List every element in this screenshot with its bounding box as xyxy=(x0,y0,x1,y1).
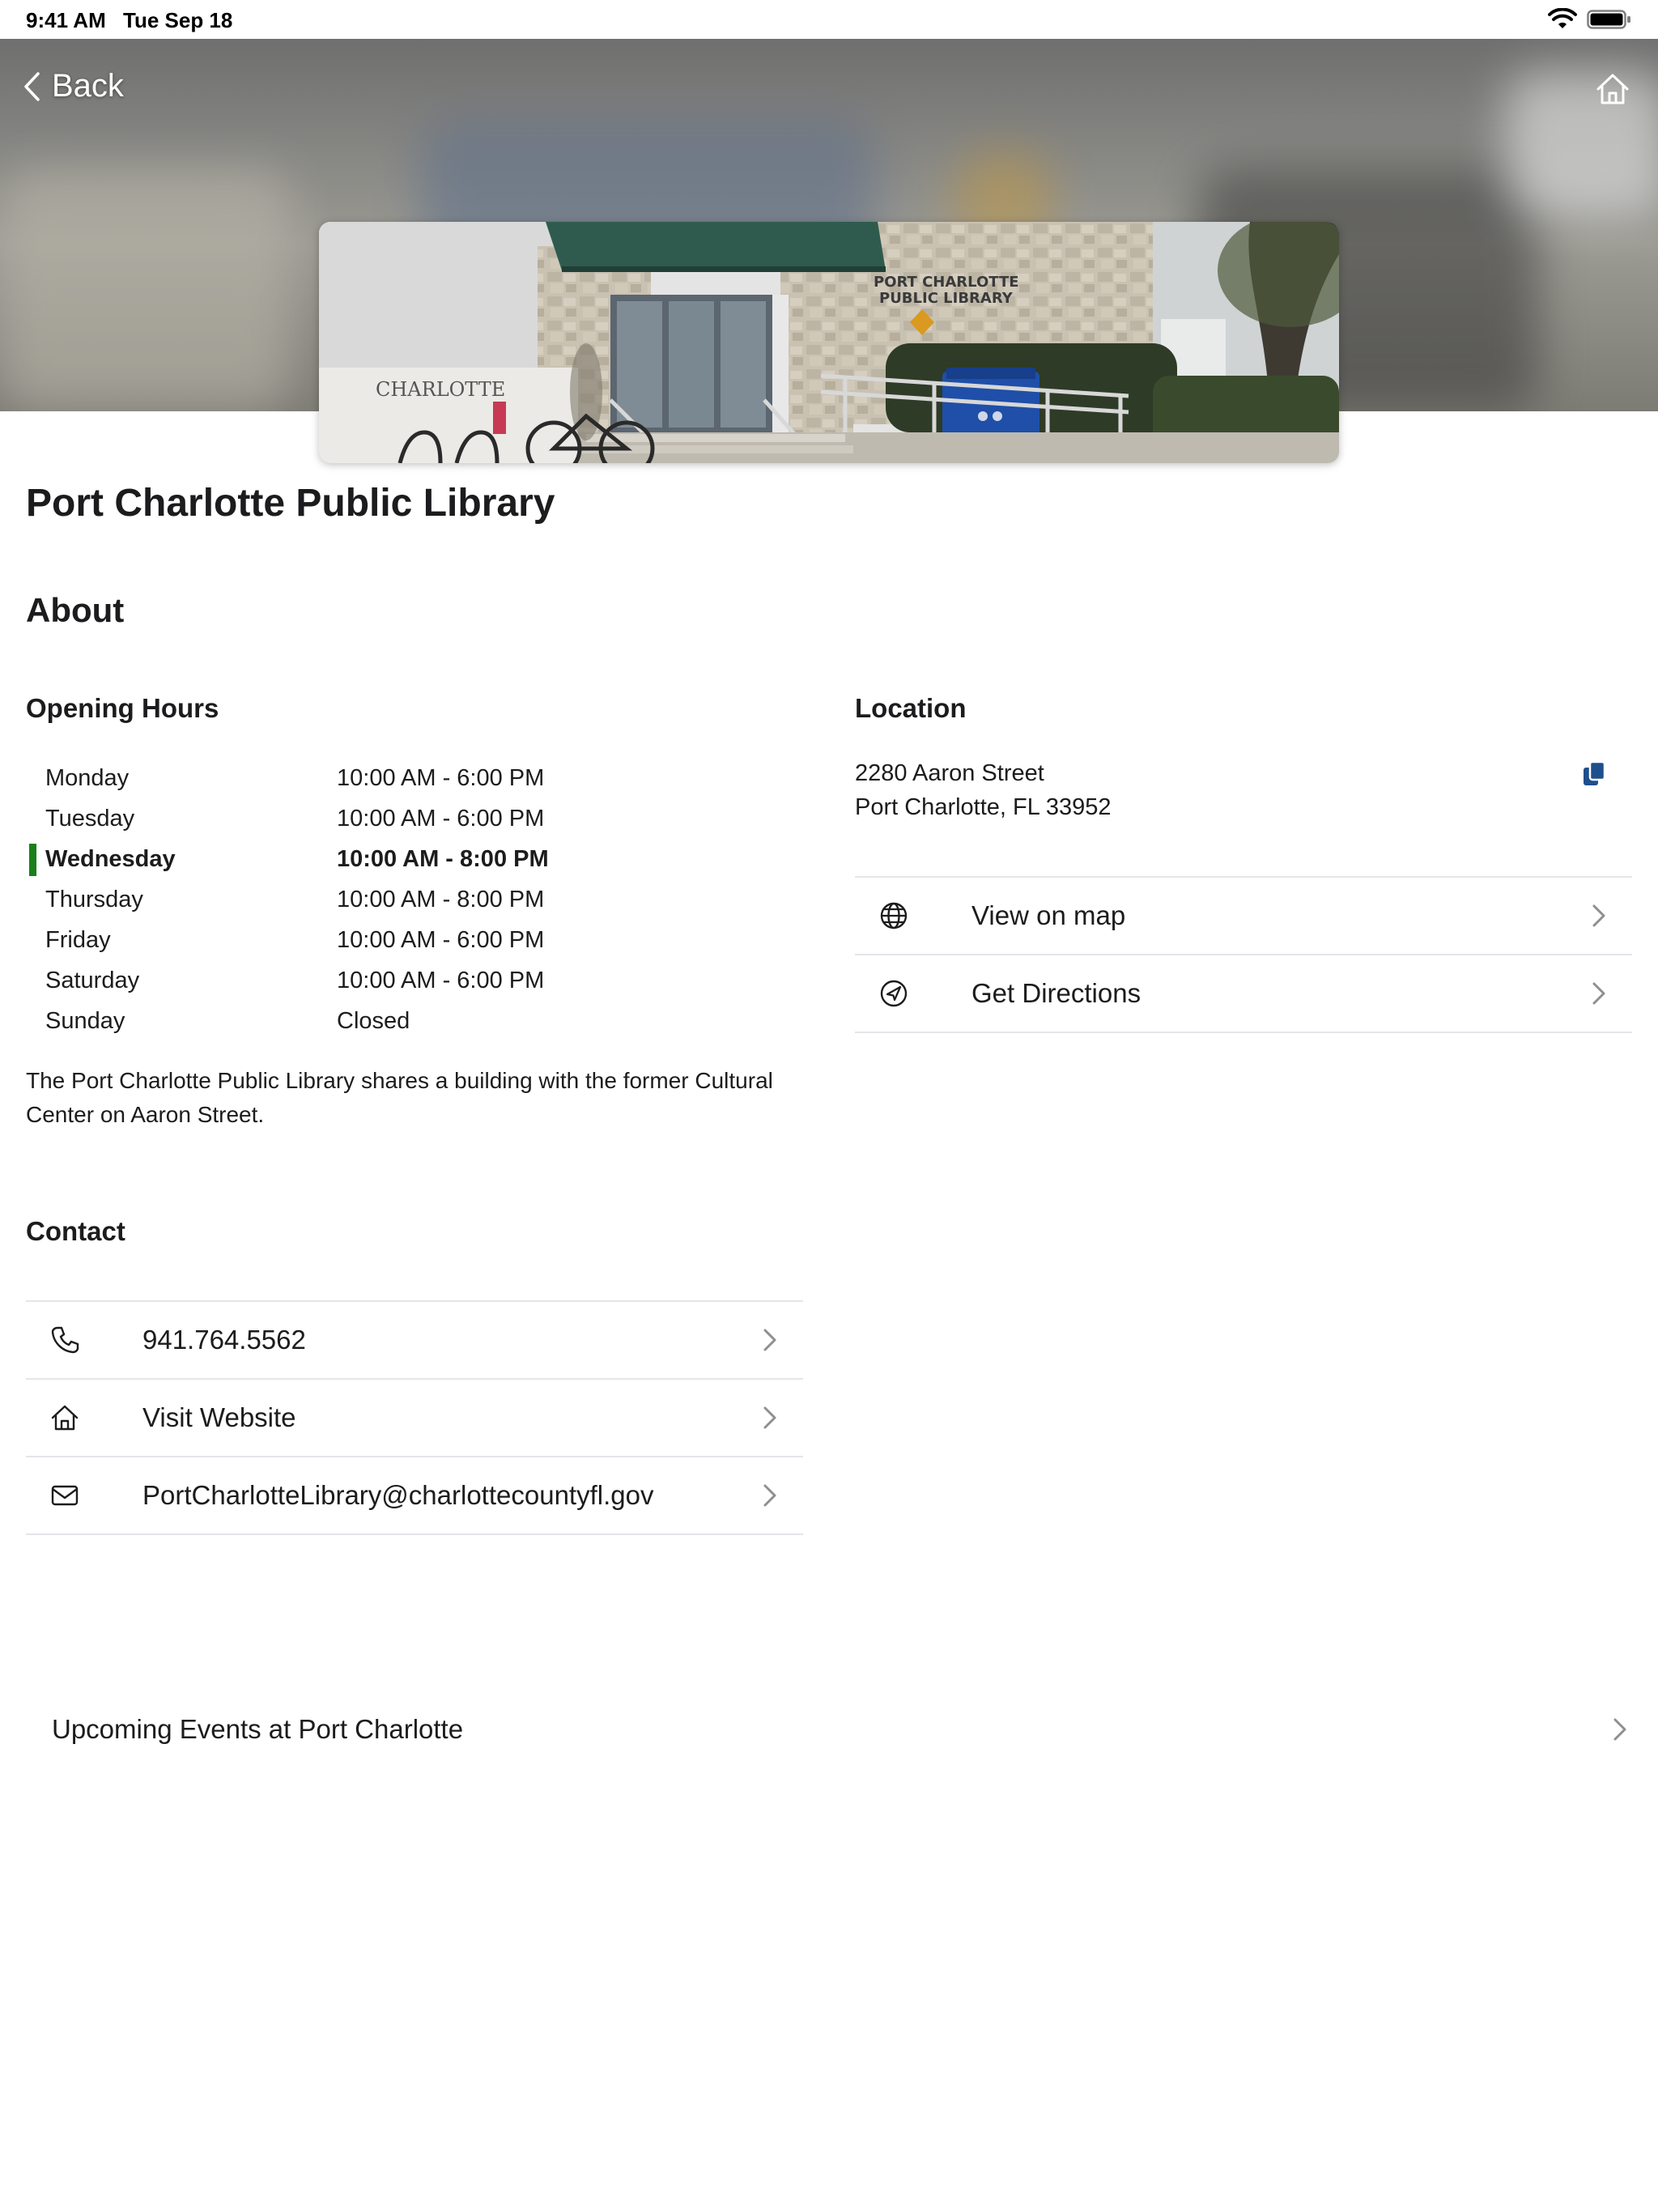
mail-icon xyxy=(51,1485,79,1506)
about-heading: About xyxy=(26,591,125,629)
chevron-right-icon xyxy=(1613,1718,1626,1741)
globe-icon xyxy=(880,902,908,929)
contact-phone-row[interactable]: 941.764.5562 xyxy=(26,1302,803,1380)
status-icons xyxy=(1548,8,1632,31)
chevron-left-icon xyxy=(24,71,40,101)
get-directions-label: Get Directions xyxy=(971,978,1141,1008)
hours-day: Monday xyxy=(45,765,130,791)
wifi-icon xyxy=(1548,8,1577,28)
sign-line-3: CHARLOTTE xyxy=(376,378,505,401)
battery-icon xyxy=(1587,10,1630,29)
hours-day: Wednesday xyxy=(45,846,176,872)
view-on-map-label: View on map xyxy=(971,900,1126,930)
hours-day: Tuesday xyxy=(45,806,135,832)
hours-time: 10:00 AM - 6:00 PM xyxy=(337,765,545,791)
hours-time: Closed xyxy=(337,1008,410,1034)
hours-day: Saturday xyxy=(45,968,140,993)
hours-row-saturday: Saturday 10:00 AM - 6:00 PM xyxy=(26,960,755,1001)
contact-email-label: PortCharlotteLibrary@charlottecountyfl.g… xyxy=(142,1480,654,1510)
get-directions-row[interactable]: Get Directions xyxy=(855,955,1632,1033)
view-on-map-row[interactable]: View on map xyxy=(855,878,1632,955)
contact-phone-label: 941.764.5562 xyxy=(142,1325,306,1355)
status-time: 9:41 AM xyxy=(26,8,106,32)
hours-day: Friday xyxy=(45,927,111,953)
status-date: Tue Sep 18 xyxy=(123,8,233,32)
contact-heading: Contact xyxy=(26,1216,125,1246)
location-heading: Location xyxy=(855,693,967,723)
hours-row-sunday: Sunday Closed xyxy=(26,1001,755,1041)
phone-icon xyxy=(51,1326,79,1354)
sign-line-2: PUBLIC LIBRARY xyxy=(879,290,1014,307)
copy-icon[interactable] xyxy=(1580,759,1609,789)
library-building-illustration: PORT CHARLOTTE PUBLIC LIBRARY CHARLOTTE xyxy=(319,222,1339,463)
contact-website-label: Visit Website xyxy=(142,1402,296,1432)
sign-line-1: PORT CHARLOTTE xyxy=(874,274,1019,291)
hours-row-tuesday: Tuesday 10:00 AM - 6:00 PM xyxy=(26,798,755,839)
hours-time: 10:00 AM - 8:00 PM xyxy=(337,846,549,872)
hours-time: 10:00 AM - 6:00 PM xyxy=(337,806,545,832)
address: 2280 Aaron Street Port Charlotte, FL 339… xyxy=(855,756,1112,824)
back-button[interactable]: Back xyxy=(23,68,124,104)
hours-time: 10:00 AM - 6:00 PM xyxy=(337,968,545,993)
contact-list: 941.764.5562 Visit Website PortCharlotte… xyxy=(26,1300,803,1535)
address-line-2: Port Charlotte, FL 33952 xyxy=(855,794,1112,820)
hours-time: 10:00 AM - 8:00 PM xyxy=(337,887,545,912)
location-actions-list: View on map Get Directions xyxy=(855,876,1632,1033)
opening-hours-heading: Opening Hours xyxy=(26,693,219,723)
status-bar: 9:41 AM Tue Sep 18 xyxy=(0,0,1658,39)
library-photo: PORT CHARLOTTE PUBLIC LIBRARY CHARLOTTE xyxy=(319,222,1339,463)
opening-hours-table: Monday 10:00 AM - 6:00 PM Tuesday 10:00 … xyxy=(26,758,755,1041)
hours-row-thursday: Thursday 10:00 AM - 8:00 PM xyxy=(26,879,755,920)
hours-day: Thursday xyxy=(45,887,143,912)
address-line-1: 2280 Aaron Street xyxy=(855,760,1044,786)
home-button[interactable] xyxy=(1593,70,1632,108)
contact-website-row[interactable]: Visit Website xyxy=(26,1380,803,1457)
chevron-right-icon xyxy=(763,1329,776,1351)
today-indicator xyxy=(29,844,36,876)
home-icon xyxy=(1596,74,1629,104)
page-title: Port Charlotte Public Library xyxy=(26,482,555,525)
upcoming-events-label: Upcoming Events at Port Charlotte xyxy=(52,1714,464,1744)
chevron-right-icon xyxy=(1592,982,1605,1005)
chevron-right-icon xyxy=(1592,904,1605,927)
contact-email-row[interactable]: PortCharlotteLibrary@charlottecountyfl.g… xyxy=(26,1457,803,1535)
hours-day: Sunday xyxy=(45,1008,125,1034)
hours-row-wednesday: Wednesday 10:00 AM - 8:00 PM xyxy=(26,839,755,879)
chevron-right-icon xyxy=(763,1406,776,1429)
directions-icon xyxy=(880,980,908,1007)
about-description: The Port Charlotte Public Library shares… xyxy=(26,1068,773,1127)
upcoming-events-row[interactable]: Upcoming Events at Port Charlotte xyxy=(26,1691,1629,1768)
hours-time: 10:00 AM - 6:00 PM xyxy=(337,927,545,953)
hours-row-friday: Friday 10:00 AM - 6:00 PM xyxy=(26,920,755,960)
home-icon xyxy=(51,1405,79,1431)
chevron-right-icon xyxy=(763,1484,776,1507)
back-label: Back xyxy=(52,68,124,104)
hours-row-monday: Monday 10:00 AM - 6:00 PM xyxy=(26,758,755,798)
